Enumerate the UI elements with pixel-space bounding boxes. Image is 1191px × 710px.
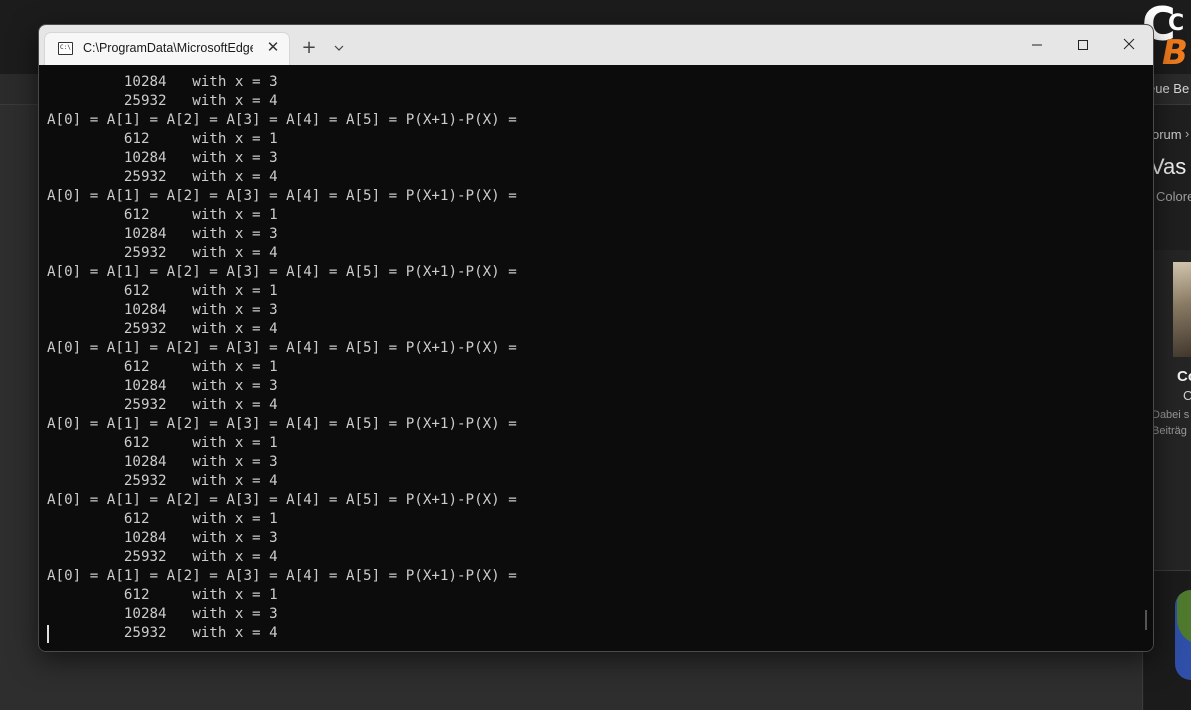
terminal-window: C:\ C:\ProgramData\MicrosoftEdge ✕ + 102… — [38, 24, 1154, 652]
browser-tab-label[interactable]: eue Be — [1148, 81, 1189, 96]
page-subtitle: Colore — [1156, 189, 1191, 204]
card-title[interactable]: Co — [1177, 368, 1191, 385]
console-line: 612 with x = 1 — [47, 207, 278, 223]
tab-title: C:\ProgramData\MicrosoftEdge — [83, 41, 253, 55]
console-line: 612 with x = 1 — [47, 511, 278, 527]
console-line: 25932 with x = 4 — [47, 397, 278, 413]
console-line: 25932 with x = 4 — [47, 549, 278, 565]
card-text-line-1: Dabei s — [1152, 409, 1190, 421]
thumbnail-image[interactable] — [1173, 262, 1191, 357]
card-subtitle: C — [1183, 388, 1191, 403]
terminal-tab[interactable]: C:\ C:\ProgramData\MicrosoftEdge ✕ — [45, 33, 289, 65]
console-line: 10284 with x = 3 — [47, 378, 278, 394]
console-line: 25932 with x = 4 — [47, 473, 278, 489]
breadcrumb-separator: › — [1185, 126, 1190, 141]
close-tab-icon[interactable]: ✕ — [264, 39, 282, 57]
console-line: 10284 with x = 3 — [47, 530, 278, 546]
console-line: 10284 with x = 3 — [47, 454, 278, 470]
console-line: 10284 with x = 3 — [47, 302, 278, 318]
breadcrumb[interactable]: orum — [1152, 127, 1182, 142]
card-text-line-2: Beiträg — [1152, 425, 1187, 437]
text-cursor — [47, 625, 49, 643]
console-line: 10284 with x = 3 — [47, 226, 278, 242]
maximize-icon[interactable] — [1060, 25, 1106, 65]
scrollbar[interactable] — [1145, 610, 1147, 630]
console-line: 25932 with x = 4 — [47, 625, 278, 641]
console-line: 612 with x = 1 — [47, 435, 278, 451]
console-line: 612 with x = 1 — [47, 587, 278, 603]
console-line: 25932 with x = 4 — [47, 93, 278, 109]
console-line: 612 with x = 1 — [47, 359, 278, 375]
mascot-image — [1175, 590, 1191, 680]
console-line: 25932 with x = 4 — [47, 245, 278, 261]
console-line: 10284 with x = 3 — [47, 74, 278, 90]
console-line: A[0] = A[1] = A[2] = A[3] = A[4] = A[5] … — [47, 492, 517, 508]
console-line: A[0] = A[1] = A[2] = A[3] = A[4] = A[5] … — [47, 340, 517, 356]
close-icon[interactable] — [1106, 25, 1152, 65]
console-line: 612 with x = 1 — [47, 283, 278, 299]
console-icon: C:\ — [58, 42, 73, 55]
console-line: A[0] = A[1] = A[2] = A[3] = A[4] = A[5] … — [47, 264, 517, 280]
console-line: A[0] = A[1] = A[2] = A[3] = A[4] = A[5] … — [47, 112, 517, 128]
console-line: 10284 with x = 3 — [47, 150, 278, 166]
console-line: 25932 with x = 4 — [47, 321, 278, 337]
console-line: 10284 with x = 3 — [47, 606, 278, 622]
console-output[interactable]: 10284 with x = 3 25932 with x = 4 A[0] =… — [39, 65, 1153, 651]
svg-text:B: B — [1162, 33, 1188, 68]
console-line: 612 with x = 1 — [47, 131, 278, 147]
minimize-icon[interactable] — [1014, 25, 1060, 65]
new-tab-icon[interactable]: + — [299, 38, 319, 58]
page-heading: Vas — [1150, 154, 1187, 179]
console-line: A[0] = A[1] = A[2] = A[3] = A[4] = A[5] … — [47, 416, 517, 432]
terminal-titlebar[interactable]: C:\ C:\ProgramData\MicrosoftEdge ✕ + — [39, 25, 1153, 65]
console-line: A[0] = A[1] = A[2] = A[3] = A[4] = A[5] … — [47, 188, 517, 204]
console-line: A[0] = A[1] = A[2] = A[3] = A[4] = A[5] … — [47, 568, 517, 584]
chevron-down-icon[interactable] — [329, 38, 349, 58]
console-line: 25932 with x = 4 — [47, 169, 278, 185]
